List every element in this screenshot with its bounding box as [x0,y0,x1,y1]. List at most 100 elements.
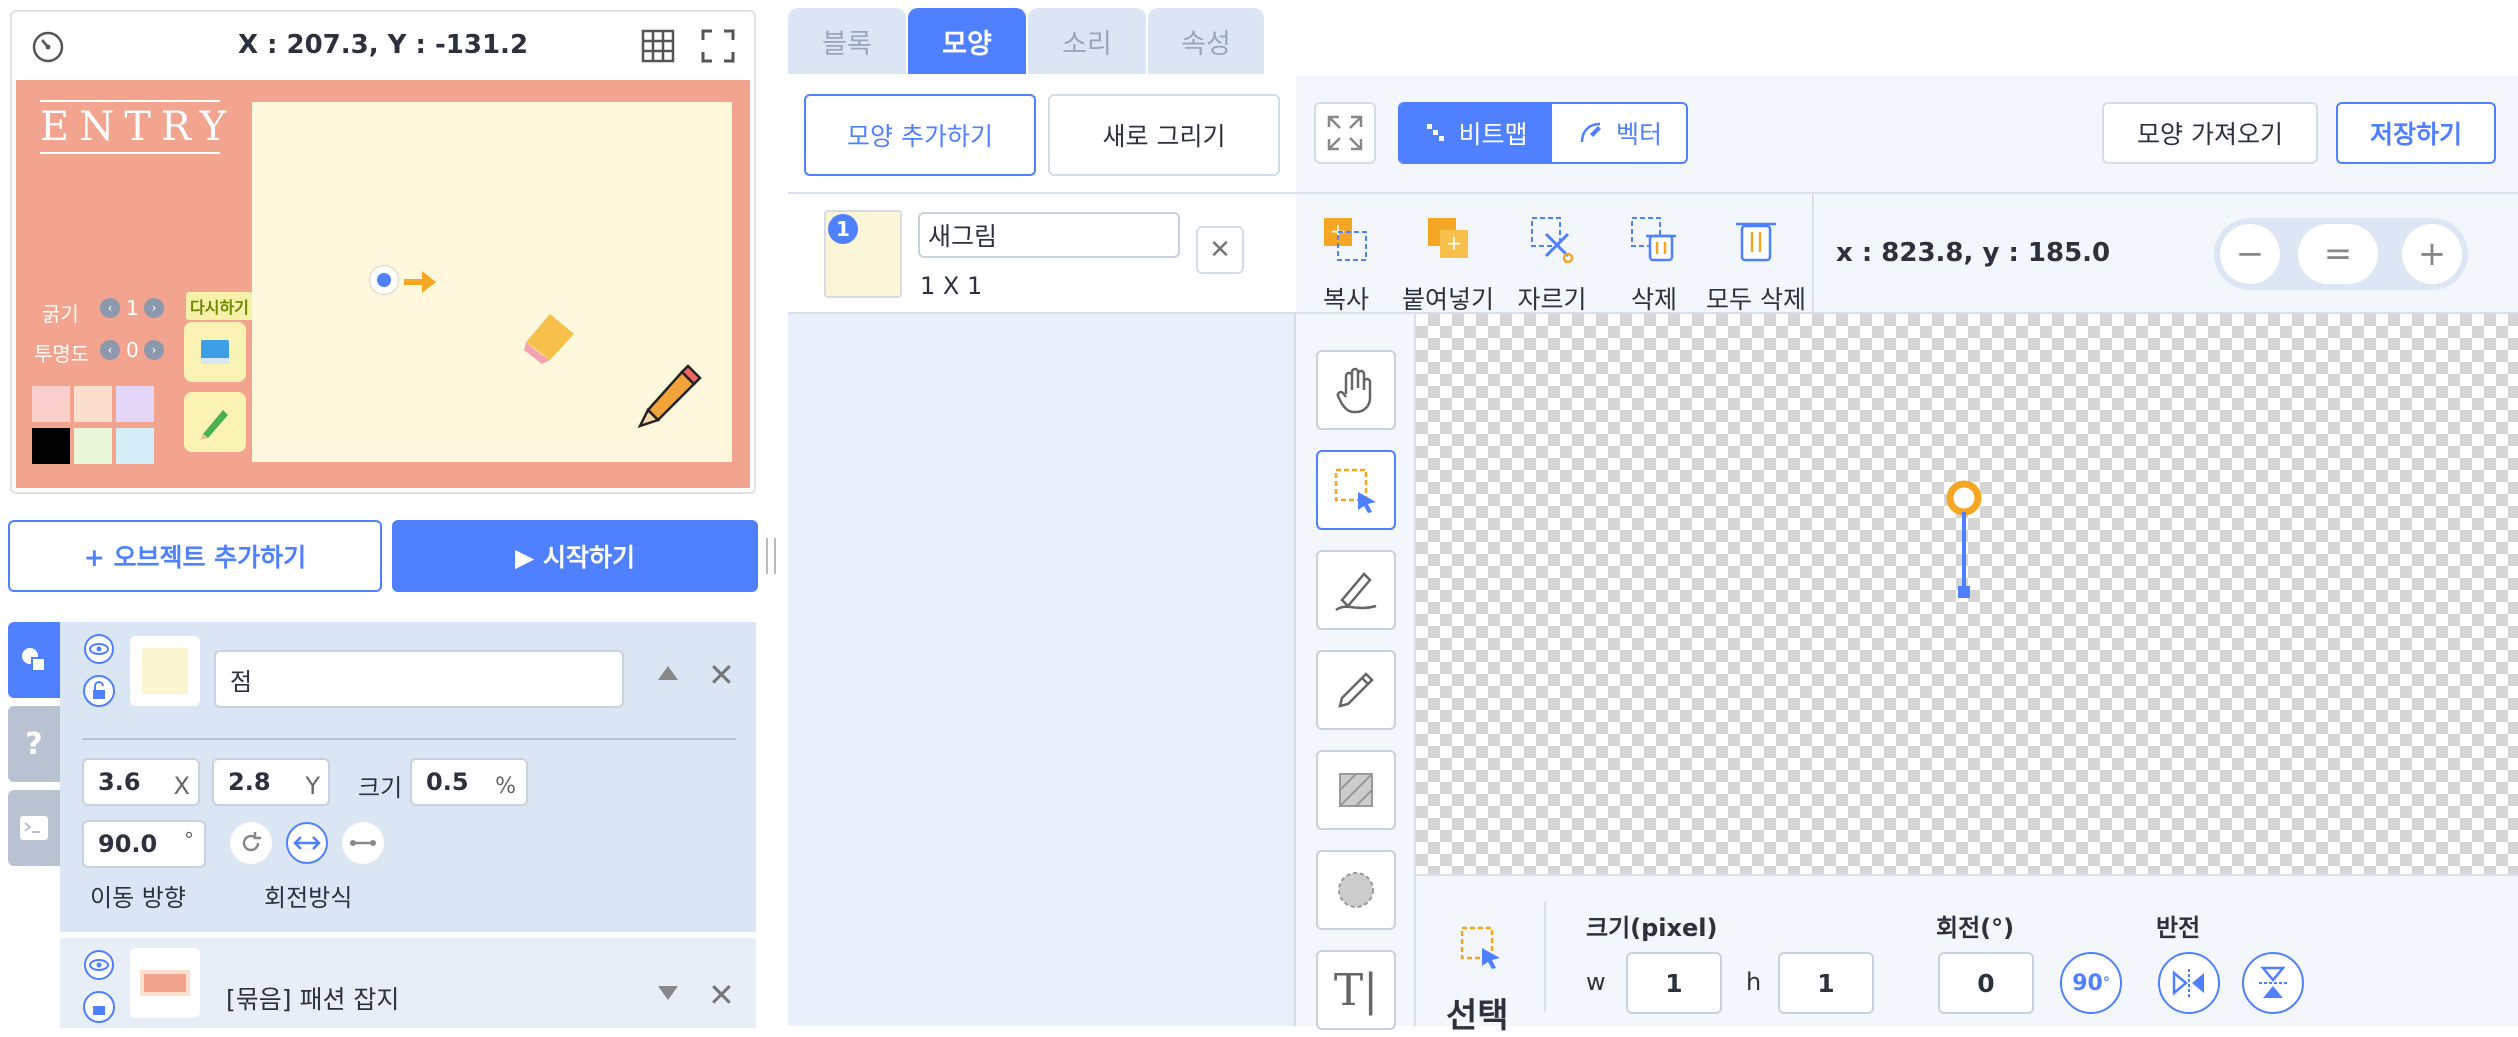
x-position-input[interactable]: 3.6 X [82,758,200,806]
thickness-decrease-button[interactable]: ‹ [100,298,120,318]
delete-all-button[interactable]: 모두 삭제 [1704,194,1808,314]
cut-button[interactable]: 자르기 [1500,194,1604,314]
direction-input[interactable]: 90.0 ° [82,820,206,868]
hand-tool[interactable] [1316,350,1396,430]
reset-button[interactable]: 다시하기 [186,292,253,320]
delete-object-icon[interactable]: ✕ [708,976,735,1014]
circle-tool[interactable] [1316,850,1396,930]
shape-name-input[interactable]: 새그림 [918,212,1180,258]
unlock-icon[interactable] [82,674,116,708]
start-button[interactable]: ▶ 시작하기 [392,520,758,592]
size-input[interactable]: 0.5% [410,758,528,806]
paste-icon: + [1428,218,1468,258]
drawing-area[interactable] [252,102,732,462]
add-shape-button[interactable]: 모양 추가하기 [804,94,1036,176]
no-rotate-icon [350,840,376,846]
fullscreen-editor-button[interactable] [1314,102,1376,164]
y-position-input[interactable]: 2.8 Y [212,758,330,806]
grid-icon[interactable] [640,28,676,64]
flip-horizontal-icon [2172,969,2204,997]
import-shape-button[interactable]: 모양 가져오기 [2102,102,2318,164]
visibility-eye-icon[interactable] [82,950,116,980]
editor-toolbar: + 복사 + 붙여넣기 자르기 삭제 모두 삭제 x : 823.8, y : … [1296,194,2518,314]
text-tool[interactable]: T| [1316,950,1396,1030]
select-tool[interactable] [1316,450,1396,530]
palette-swatch[interactable] [74,428,112,464]
object-thumbnail[interactable] [130,636,200,706]
eraser-sprite-icon[interactable] [520,308,580,364]
tab-sounds[interactable]: 소리 [1028,8,1146,74]
object-name-input[interactable]: 점 [214,650,624,708]
collapse-up-icon[interactable] [658,666,678,680]
panel-resize-handle[interactable] [766,538,776,574]
delete-button[interactable]: 삭제 [1604,194,1704,314]
direction-unit: ° [184,828,194,852]
object-card-2[interactable]: [묶음] 패션 잡지 ✕ [60,938,756,1028]
bitmap-mode-button[interactable]: 비트맵 [1400,104,1552,162]
tab-help[interactable]: ? [8,706,60,782]
bitmap-icon [1427,124,1445,141]
zoom-in-button[interactable]: + [2402,224,2462,284]
stage-buttons: + 오브젝트 추가하기 ▶ 시작하기 [8,520,758,592]
rotate-free-button[interactable] [230,822,272,864]
rectangle-tool[interactable] [1316,750,1396,830]
save-button[interactable]: 저장하기 [2336,102,2496,164]
zoom-reset-button[interactable]: = [2298,224,2378,284]
select-mode-icon [1460,926,1500,969]
tab-blocks[interactable]: 블록 [788,8,906,74]
object-card[interactable]: 점 ✕ 3.6 X 2.8 Y 크기 0.5% 90.0 ° 이동 방향 회전방식 [60,622,756,932]
palette-swatch[interactable] [116,428,154,464]
shape-list-header: 모양 추가하기 새로 그리기 [788,76,1296,194]
pencil-icon [1338,672,1374,708]
rotate-none-button[interactable] [342,822,384,864]
object-thumbnail[interactable] [130,948,200,1018]
delete-object-icon[interactable]: ✕ [708,656,735,694]
width-label: w [1586,968,1606,996]
width-input[interactable]: 1 [1626,952,1722,1014]
tab-console[interactable] [8,790,60,866]
paint-canvas[interactable] [1416,314,2518,874]
shape-list-item[interactable]: 1 새그림 1 X 1 ✕ [788,194,1296,314]
expand-down-icon[interactable] [658,986,678,1000]
delete-shape-icon[interactable]: ✕ [1196,226,1244,274]
fullscreen-icon[interactable] [700,28,736,64]
thickness-increase-button[interactable]: › [144,298,164,318]
zoom-controls: − = + [2214,218,2468,290]
paste-button[interactable]: + 붙여넣기 [1396,194,1500,314]
rotate-90-button[interactable]: 90 ° [2060,952,2122,1014]
pencil-tool-button[interactable] [184,392,246,452]
vector-mode-button[interactable]: 벡터 [1552,104,1686,162]
copy-button[interactable]: + 복사 [1296,194,1396,314]
pencil-tool[interactable] [1316,650,1396,730]
new-drawing-button[interactable]: 새로 그리기 [1048,94,1280,176]
eraser-tool-button[interactable] [184,322,246,382]
palette-swatch[interactable] [116,386,154,422]
flip-vertical-button[interactable] [2242,952,2304,1014]
flip-horizontal-button[interactable] [2158,952,2220,1014]
palette-swatch[interactable] [74,386,112,422]
transform-handle[interactable] [1940,478,1988,608]
tab-objects[interactable] [8,622,60,698]
rotation-input[interactable]: 0 [1938,952,2034,1014]
divider [82,738,736,740]
palette-swatch[interactable] [32,386,70,422]
palette-swatch[interactable] [32,428,70,464]
zoom-out-button[interactable]: − [2220,224,2280,284]
add-object-button[interactable]: + 오브젝트 추가하기 [8,520,382,592]
dot-sprite[interactable] [370,266,398,294]
size-unit: % [495,774,516,799]
brush-tool[interactable] [1316,550,1396,630]
tab-properties[interactable]: 속성 [1148,8,1264,74]
tab-shapes[interactable]: 모양 [908,8,1026,74]
height-input[interactable]: 1 [1778,952,1874,1014]
opacity-increase-button[interactable]: › [144,340,164,360]
stage-canvas[interactable]: ENTRY 굵기 ‹ 1 › 투명도 ‹ 0 › 다시하기 [16,80,750,488]
opacity-decrease-button[interactable]: ‹ [100,340,120,360]
pencil-sprite-icon[interactable] [636,360,704,428]
stage-container: X : 207.3, Y : -131.2 ENTRY 굵기 ‹ 1 › 투명도… [10,10,756,494]
object-name: [묶음] 패션 잡지 [226,985,400,1014]
rotate-horizontal-button[interactable] [286,822,328,864]
visibility-eye-icon[interactable] [82,634,116,664]
lock-icon[interactable] [82,990,116,1024]
expand-icon [1327,115,1363,151]
